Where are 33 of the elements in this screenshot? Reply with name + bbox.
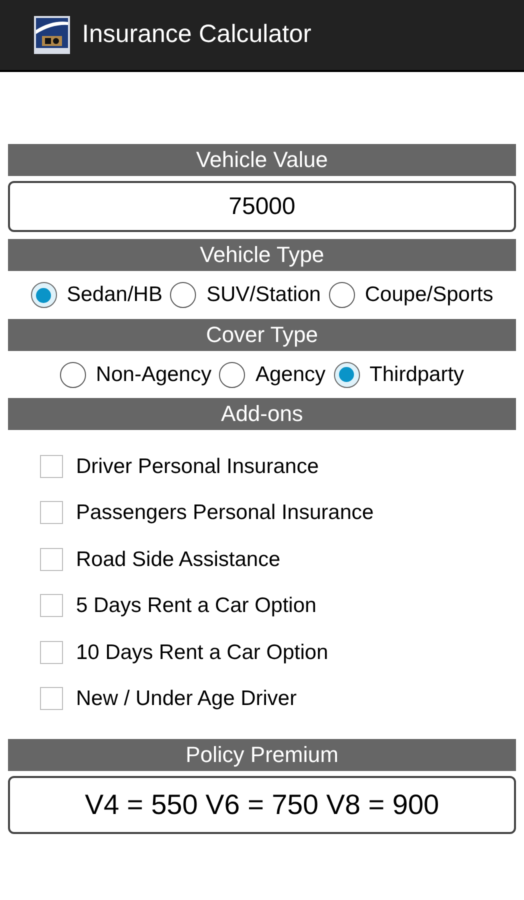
checkbox-label: New / Under Age Driver bbox=[76, 686, 297, 712]
app-logo-icon bbox=[34, 16, 70, 54]
checkbox[interactable] bbox=[40, 640, 63, 664]
section-header: Vehicle Type bbox=[8, 239, 516, 271]
checkbox[interactable] bbox=[40, 501, 63, 524]
section-header: Policy Premium bbox=[8, 739, 516, 771]
radio-label: Agency bbox=[255, 362, 326, 388]
radio-button[interactable] bbox=[60, 362, 86, 388]
checkbox-label: 5 Days Rent a Car Option bbox=[76, 593, 316, 619]
radio-button[interactable] bbox=[170, 282, 196, 308]
checkbox[interactable] bbox=[40, 594, 63, 618]
vehicle-value-field[interactable]: 75000 bbox=[8, 181, 516, 232]
section-header: Add-ons bbox=[8, 398, 516, 430]
checkbox[interactable] bbox=[40, 548, 63, 571]
radio-label: Sedan/HB bbox=[66, 282, 162, 308]
radio-label: Coupe/Sports bbox=[364, 282, 494, 308]
radio-button[interactable] bbox=[328, 282, 355, 308]
radio-button[interactable] bbox=[334, 362, 360, 388]
checkbox-label: 10 Days Rent a Car Option bbox=[76, 640, 328, 666]
app-title: Insurance Calculator bbox=[82, 19, 312, 50]
premium-display: V4 = 550 V6 = 750 V8 = 900 bbox=[8, 776, 516, 834]
radio-label: SUV/Station bbox=[206, 282, 321, 308]
checkbox-label: Driver Personal Insurance bbox=[76, 454, 319, 480]
radio-label: Non-Agency bbox=[96, 362, 212, 388]
checkbox[interactable] bbox=[40, 454, 63, 478]
section-header: Vehicle Value bbox=[8, 144, 516, 176]
section-header: Cover Type bbox=[8, 319, 516, 351]
radio-button[interactable] bbox=[30, 282, 57, 308]
radio-button[interactable] bbox=[219, 362, 246, 388]
radio-label: Thirdparty bbox=[370, 362, 464, 388]
checkbox[interactable] bbox=[40, 687, 63, 710]
checkbox-label: Road Side Assistance bbox=[76, 546, 280, 572]
checkbox-label: Passengers Personal Insurance bbox=[76, 500, 374, 526]
